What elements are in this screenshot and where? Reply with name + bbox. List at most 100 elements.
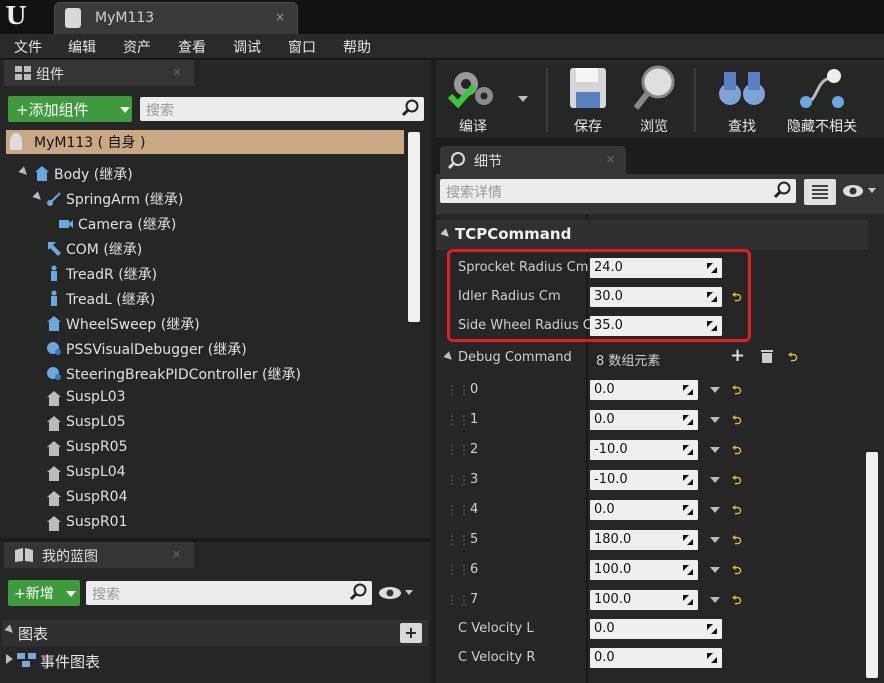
menu-file[interactable]: 文件 [14,37,42,57]
array-value-input[interactable]: 100.0 [590,590,698,610]
element-options-chevron-icon[interactable] [710,567,720,573]
tab-mym113[interactable]: MyM113 × [54,2,298,34]
my-blueprint-tab[interactable]: 我的蓝图 ✕ [4,542,194,568]
resize-handle-icon [707,624,717,634]
skeletal-icon [51,290,57,306]
search-icon [402,99,419,117]
menu-help[interactable]: 帮助 [343,37,371,57]
resize-handle-icon [683,415,693,425]
graphs-section-header[interactable]: 图表 + [2,620,428,646]
array-value-input[interactable]: 100.0 [590,560,698,580]
book-icon [15,548,33,562]
reset-to-default-icon[interactable]: ⮌ [732,561,742,582]
resize-handle-icon [683,445,693,455]
element-options-chevron-icon[interactable] [710,597,720,603]
side-wheel-radius-input[interactable]: 35.0 [590,316,722,336]
array-value-input[interactable]: 180.0 [590,530,698,550]
grid-list-icon [812,185,828,199]
reset-to-default-icon[interactable]: ⮌ [732,501,742,522]
menu-debug[interactable]: 调试 [233,37,261,57]
drag-handle-icon[interactable]: ⋮⋮ [446,443,470,457]
components-tab[interactable]: 组件 ✕ [4,60,194,86]
reset-to-default-icon[interactable]: ⮌ [732,441,742,462]
scene-icon [47,491,61,506]
collapse-arrow-icon [440,228,452,240]
add-new-button[interactable]: +新增 [8,580,80,606]
blueprint-icon [65,8,81,28]
element-options-chevron-icon[interactable] [710,477,720,483]
resize-handle-icon [683,475,693,485]
drag-handle-icon[interactable]: ⋮⋮ [446,383,470,397]
drag-handle-icon[interactable]: ⋮⋮ [446,413,470,427]
find-button[interactable]: 查找 [712,60,772,138]
reset-to-default-icon[interactable]: ⮌ [788,348,798,369]
reset-to-default-icon[interactable]: ⮌ [732,381,742,402]
skeletal-icon [51,265,57,281]
idler-radius-input[interactable]: 30.0 [590,287,722,307]
components-scrollbar[interactable] [408,132,420,322]
reset-to-default-icon[interactable]: ⮌ [732,591,742,612]
array-value-input[interactable]: 0.0 [590,500,698,520]
toolbar: 编译 保存 浏览 查找 隐藏不相关 [436,60,884,138]
hide-unrelated-button[interactable]: 隐藏不相关 [780,60,864,138]
components-search-input[interactable]: 搜索 [140,97,424,121]
add-graph-button[interactable]: + [400,623,422,643]
details-search-input[interactable]: 搜索详情 [440,179,796,203]
panel-close-icon[interactable]: ✕ [172,548,181,561]
element-options-chevron-icon[interactable] [710,417,720,423]
property-matrix-button[interactable] [804,179,836,205]
tab-close-icon[interactable]: × [275,10,285,24]
resize-handle-icon [707,321,717,331]
array-value-input[interactable]: 0.0 [590,410,698,430]
browse-button[interactable]: 浏览 [626,60,682,138]
drag-handle-icon[interactable]: ⋮⋮ [446,593,470,607]
prop-label-sprocket-radius: Sprocket Radius Cm [458,260,589,275]
visibility-eye-icon[interactable] [842,183,880,201]
sprocket-radius-input[interactable]: 24.0 [590,258,722,278]
search-icon [350,583,367,601]
array-value-input[interactable]: -10.0 [590,470,698,490]
reset-to-default-icon[interactable]: ⮌ [732,471,742,492]
visibility-eye-icon[interactable] [378,584,416,602]
components-title: 组件 [36,67,64,83]
category-tcpcommand[interactable]: TCPCommand [436,220,868,250]
element-options-chevron-icon[interactable] [710,507,720,513]
component-root-self[interactable]: MyM113 ( 自身 ) [6,130,404,154]
pawn-icon [10,133,22,150]
reset-to-default-icon[interactable]: ⮌ [732,288,742,309]
velocity-l-input[interactable]: 0.0 [590,619,722,639]
element-options-chevron-icon[interactable] [710,537,720,543]
reset-to-default-icon[interactable]: ⮌ [732,411,742,432]
add-element-icon[interactable]: + [730,345,745,366]
drag-handle-icon[interactable]: ⋮⋮ [446,503,470,517]
spring-arm-icon [47,192,61,206]
menu-edit[interactable]: 编辑 [68,37,96,57]
drag-handle-icon[interactable]: ⋮⋮ [446,533,470,547]
unreal-logo-icon[interactable]: U [2,2,30,30]
compile-button[interactable]: 编译 [440,60,540,138]
collapse-arrow-icon [4,624,16,636]
velocity-r-input[interactable]: 0.0 [590,648,722,668]
details-tab[interactable]: 细节 ✕ [440,146,626,174]
array-value-input[interactable]: -10.0 [590,440,698,460]
drag-handle-icon[interactable]: ⋮⋮ [446,563,470,577]
element-options-chevron-icon[interactable] [710,387,720,393]
panel-close-icon[interactable]: ✕ [172,66,181,79]
element-options-chevron-icon[interactable] [710,447,720,453]
menu-window[interactable]: 窗口 [288,37,316,57]
add-component-button[interactable]: +添加组件 [8,96,132,122]
compile-options-chevron-icon[interactable] [518,96,528,102]
reset-to-default-icon[interactable]: ⮌ [732,531,742,552]
drag-handle-icon[interactable]: ⋮⋮ [446,473,470,487]
menu-asset[interactable]: 资产 [123,37,151,57]
scene-icon [47,466,61,481]
menu-view[interactable]: 查看 [178,37,206,57]
panel-close-icon[interactable]: ✕ [606,153,615,166]
blueprint-search-input[interactable]: 搜索 [86,581,372,605]
search-icon [774,181,791,199]
trash-icon[interactable] [760,348,774,364]
details-scrollbar[interactable] [866,452,878,678]
event-graph-item[interactable]: 事件图表 [2,648,428,674]
save-button[interactable]: 保存 [560,60,616,138]
array-value-input[interactable]: 0.0 [590,380,698,400]
